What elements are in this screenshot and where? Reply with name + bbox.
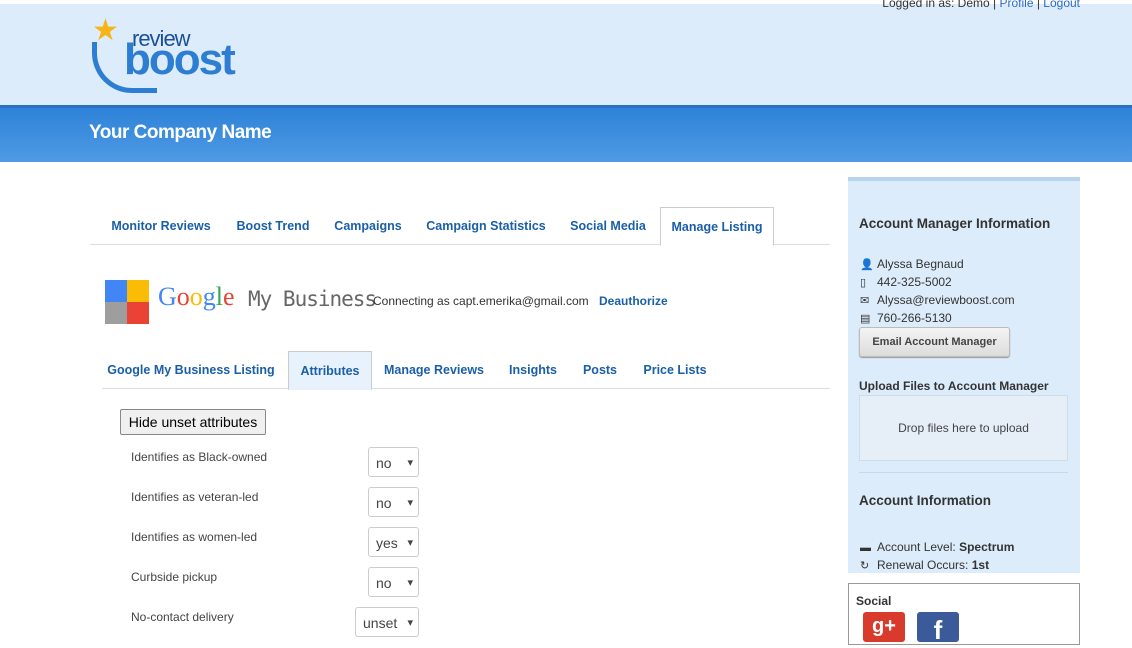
top-links: Logged in as: Demo | Profile | Logout <box>882 0 1080 10</box>
manager-fax: ▤ 760-266-5130 <box>860 311 952 325</box>
company-name: Your Company Name <box>89 122 272 143</box>
manager-email-text: Alyssa@reviewboost.com <box>877 293 1015 307</box>
logo-boost-text: boost <box>124 35 236 84</box>
chevron-down-icon: ▾ <box>407 537 413 549</box>
attribute-label: Identifies as women-led <box>131 530 258 544</box>
profile-link[interactable]: Profile <box>999 0 1033 10</box>
file-dropzone[interactable]: Drop files here to upload <box>859 395 1068 461</box>
account-info-heading: Account Information <box>859 493 991 508</box>
attribute-label: Curbside pickup <box>131 570 218 584</box>
google-wordmark: Google <box>158 282 235 311</box>
manager-fax-text: 760-266-5130 <box>877 311 952 325</box>
tab-manage-listing[interactable]: Manage Listing <box>660 207 774 246</box>
attribute-label: Identifies as Black-owned <box>131 450 268 464</box>
main-tabs: Monitor Reviews Boost Trend Campaigns Ca… <box>90 207 830 246</box>
facebook-icon[interactable]: f <box>917 612 959 645</box>
attribute-select-value: no <box>376 455 392 471</box>
subtab-attributes[interactable]: Attributes <box>288 351 372 390</box>
printer-icon: ▤ <box>860 313 871 325</box>
envelope-icon: ✉ <box>860 295 870 307</box>
tab-campaigns[interactable]: Campaigns <box>326 207 410 243</box>
subtab-gmb-listing[interactable]: Google My Business Listing <box>102 351 280 387</box>
gmb-subtabs: Google My Business Listing Attributes Ma… <box>102 351 830 390</box>
attribute-select[interactable]: no ▾ <box>368 567 419 597</box>
email-account-manager-button[interactable]: Email Account Manager <box>859 327 1010 357</box>
deauthorize-link[interactable]: Deauthorize <box>599 294 668 308</box>
my-business-wordmark: My Business <box>248 287 377 311</box>
chevron-down-icon: ▾ <box>407 497 413 509</box>
upload-heading: Upload Files to Account Manager <box>859 379 1049 393</box>
sidebar-divider <box>859 472 1068 473</box>
attribute-select-value: no <box>376 495 392 511</box>
manager-phone: ▯ 442-325-5002 <box>860 275 952 289</box>
account-level-label: Account Level: <box>877 540 956 554</box>
google-plus-icon[interactable]: g+ <box>863 612 905 642</box>
star-icon: ★ <box>92 14 119 47</box>
attribute-select-value: yes <box>376 535 398 551</box>
subtab-manage-reviews[interactable]: Manage Reviews <box>378 351 490 387</box>
attribute-select-value: unset <box>363 615 398 631</box>
account-level: ▬ Account Level: Spectrum <box>860 540 1014 554</box>
attribute-label: Identifies as veteran-led <box>131 490 259 504</box>
tab-monitor-reviews[interactable]: Monitor Reviews <box>102 207 220 243</box>
tab-campaign-statistics[interactable]: Campaign Statistics <box>420 207 552 243</box>
attribute-select[interactable]: yes ▾ <box>368 527 419 557</box>
renewal-value: 1st <box>971 558 990 572</box>
folder-icon: ▬ <box>860 542 871 554</box>
manager-email: ✉ Alyssa@reviewboost.com <box>860 293 1015 307</box>
tab-social-media[interactable]: Social Media <box>562 207 654 243</box>
attribute-label: No-contact delivery <box>131 610 234 624</box>
sidebar-panel: Account Manager Information 👤 Alyssa Begn… <box>848 177 1080 573</box>
renewal-label: Renewal Occurs: <box>877 558 969 572</box>
manager-name: 👤 Alyssa Begnaud <box>860 257 964 271</box>
logout-link[interactable]: Logout <box>1043 0 1080 10</box>
subtab-insights[interactable]: Insights <box>502 351 564 387</box>
social-heading: Social <box>856 594 892 608</box>
attribute-select[interactable]: no ▾ <box>368 487 419 517</box>
refresh-icon: ↻ <box>860 560 870 572</box>
manager-name-text: Alyssa Begnaud <box>877 257 964 271</box>
chevron-down-icon: ▾ <box>407 577 413 589</box>
reviewboost-logo[interactable]: ★ review boost <box>92 14 242 93</box>
manager-phone-text: 442-325-5002 <box>877 275 952 289</box>
attribute-select-value: no <box>376 575 392 591</box>
connecting-as-text: Connecting as capt.emerika@gmail.com <box>373 294 589 308</box>
account-manager-heading: Account Manager Information <box>859 216 1051 231</box>
subtab-price-lists[interactable]: Price Lists <box>636 351 714 387</box>
chevron-down-icon: ▾ <box>407 617 413 629</box>
logged-in-text: Logged in as: Demo <box>882 0 990 10</box>
chevron-down-icon: ▾ <box>407 457 413 469</box>
hide-unset-attributes-button[interactable]: Hide unset attributes <box>120 409 266 435</box>
tab-boost-trend[interactable]: Boost Trend <box>230 207 316 243</box>
phone-icon: ▯ <box>860 277 867 289</box>
site-header: Logged in as: Demo | Profile | Logout ★ … <box>0 0 1132 109</box>
google-my-business-logo-icon <box>103 278 151 326</box>
social-panel: Social g+ f <box>848 583 1080 645</box>
renewal: ↻ Renewal Occurs: 1st <box>860 558 989 572</box>
person-icon: 👤 <box>860 259 874 271</box>
attribute-select[interactable]: unset ▾ <box>355 607 419 637</box>
account-level-value: Spectrum <box>959 540 1015 554</box>
attribute-select[interactable]: no ▾ <box>368 447 419 477</box>
subtab-posts[interactable]: Posts <box>576 351 624 387</box>
